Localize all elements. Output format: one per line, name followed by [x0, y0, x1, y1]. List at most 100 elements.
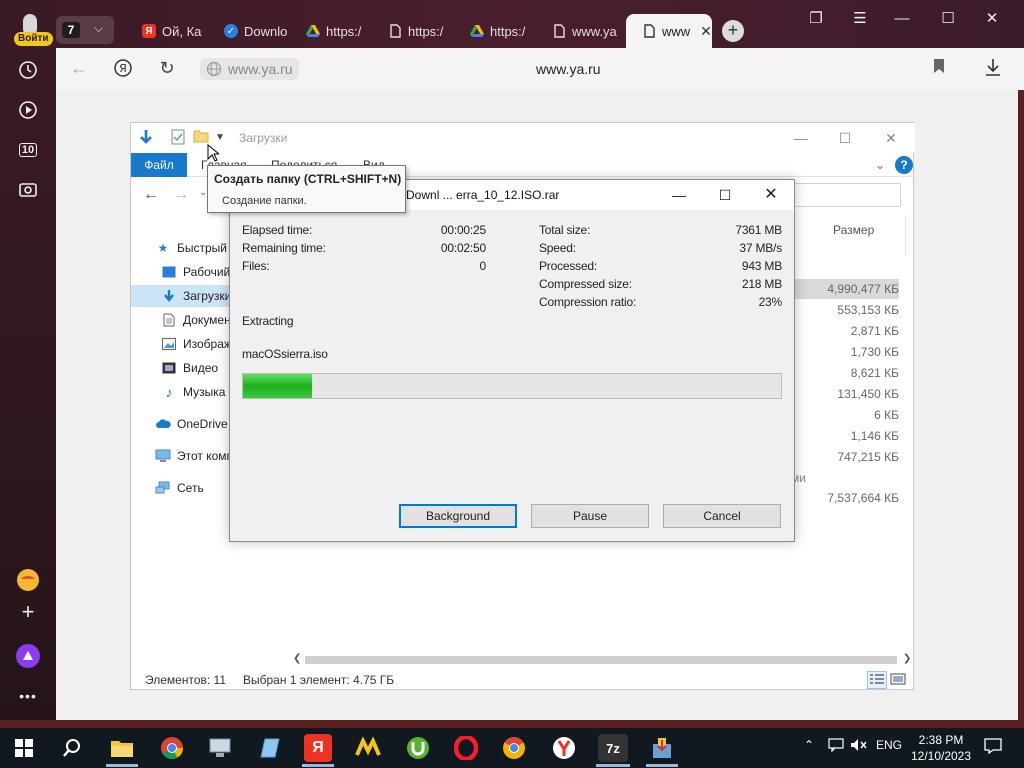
alice-icon[interactable]: [14, 642, 42, 670]
play-icon[interactable]: [14, 96, 42, 124]
bookmark-icon[interactable]: [928, 58, 950, 80]
yandex-browser-icon[interactable]: Я: [304, 734, 332, 762]
login-label: Войти: [14, 32, 53, 46]
installer-icon[interactable]: [648, 734, 676, 762]
size-cell[interactable]: 553,153 КБ: [791, 300, 899, 320]
size-cell[interactable]: 747,215 КБ: [791, 447, 899, 467]
column-separator: [905, 215, 906, 255]
ribbon-expand-icon[interactable]: ⌄: [875, 158, 885, 172]
market-app-icon[interactable]: [354, 734, 382, 762]
size-cell[interactable]: 8,621 КБ: [791, 363, 899, 383]
windows-start-icon[interactable]: [10, 734, 38, 762]
explorer-minimize-button[interactable]: —: [781, 127, 821, 149]
tab-counter-button[interactable]: 7 ⌵: [56, 16, 114, 44]
system-clock[interactable]: 2:38 PM 12/10/2023: [910, 732, 972, 764]
search-input[interactable]: [781, 183, 901, 207]
yandex-app-icon[interactable]: [550, 734, 578, 762]
rail-badge-button[interactable]: 10: [14, 136, 42, 164]
down-arrow-icon[interactable]: [137, 129, 155, 147]
new-tab-button[interactable]: +: [722, 20, 744, 42]
horizontal-scrollbar[interactable]: ❮ ❯: [291, 653, 913, 667]
explorer-maximize-button[interactable]: ☐: [825, 127, 865, 149]
maximize-button[interactable]: ☐: [928, 8, 968, 32]
notifications-icon[interactable]: [984, 738, 1002, 757]
tab-7-active[interactable]: www ✕: [626, 14, 712, 48]
yandex-logo-icon[interactable]: Я: [112, 58, 134, 80]
pause-button[interactable]: Pause: [531, 504, 649, 528]
chrome-2-icon[interactable]: [500, 734, 528, 762]
ribbon-tab-file[interactable]: Файл: [131, 153, 187, 177]
tab-3[interactable]: https:/: [290, 14, 372, 48]
size-cell[interactable]: 1,146 КБ: [791, 426, 899, 446]
screenshot-icon[interactable]: [14, 176, 42, 204]
explorer-close-button[interactable]: ✕: [871, 127, 911, 149]
details-view-icon[interactable]: [867, 671, 887, 689]
utorrent-icon[interactable]: [404, 734, 432, 762]
explorer-back-icon[interactable]: ←: [143, 186, 159, 204]
dialog-close-button[interactable]: ✕: [748, 182, 794, 208]
bookmarks-panel-icon[interactable]: ❐: [796, 8, 836, 32]
scroll-left-icon[interactable]: ❮: [293, 653, 301, 664]
volume-muted-icon[interactable]: [850, 738, 868, 755]
reload-icon[interactable]: ↻: [156, 58, 178, 80]
remote-desktop-icon[interactable]: [206, 734, 234, 762]
background-button[interactable]: Background: [399, 504, 517, 528]
history-icon[interactable]: [14, 56, 42, 84]
chrome-icon[interactable]: [158, 734, 186, 762]
cloud-icon: [155, 417, 171, 431]
tooltip-title: Создать папку (CTRL+SHIFT+N): [214, 172, 402, 186]
help-icon[interactable]: ?: [895, 156, 913, 174]
page-url[interactable]: www.ya.ru: [536, 61, 601, 77]
tab-1[interactable]: Я Ой, Ка: [126, 14, 208, 48]
tab-6[interactable]: www.ya: [536, 14, 618, 48]
size-cell[interactable]: 2,871 КБ: [791, 321, 899, 341]
running-indicator: [646, 764, 678, 767]
total-size-value: 7361 MB: [735, 223, 782, 237]
7zip-icon[interactable]: 7z: [598, 734, 628, 762]
size-cell[interactable]: 1,730 КБ: [791, 342, 899, 362]
close-window-button[interactable]: ✕: [972, 8, 1012, 32]
menu-icon[interactable]: ☰: [840, 8, 880, 32]
more-icon[interactable]: •••: [14, 682, 42, 710]
input-language[interactable]: ENG: [876, 738, 902, 752]
svg-text:Я: Я: [119, 62, 127, 75]
scrollbar-thumb[interactable]: [305, 656, 897, 664]
search-icon[interactable]: [58, 734, 86, 762]
tree-downloads[interactable]: Загрузки: [131, 285, 231, 307]
explorer-forward-icon[interactable]: →: [173, 186, 189, 204]
size-cell[interactable]: 7,537,664 КБ: [791, 488, 899, 508]
running-indicator: [596, 764, 630, 767]
size-cell[interactable]: 131,450 КБ: [791, 384, 899, 404]
chat-tray-icon[interactable]: [828, 738, 844, 755]
notepad-icon[interactable]: [256, 734, 284, 762]
tab-label: Downlo: [244, 23, 288, 39]
tab-5[interactable]: https:/: [454, 14, 536, 48]
column-header-size[interactable]: Размер: [833, 223, 874, 237]
file-explorer-icon[interactable]: [108, 734, 136, 762]
browser-sidebar: Войти 10 + •••: [0, 0, 56, 720]
status-item-count: Элементов: 11: [145, 673, 226, 687]
tab-label: https:/: [408, 23, 444, 39]
opera-icon[interactable]: [452, 734, 480, 762]
scroll-right-icon[interactable]: ❯: [903, 653, 911, 664]
close-icon[interactable]: ✕: [700, 23, 712, 40]
size-cell[interactable]: 6 КБ: [791, 405, 899, 425]
cancel-button[interactable]: Cancel: [663, 504, 781, 528]
market-icon[interactable]: [14, 566, 42, 594]
dialog-maximize-button[interactable]: ☐: [702, 182, 748, 208]
properties-icon[interactable]: [171, 129, 189, 147]
size-cell[interactable]: 4,990,477 КБ: [791, 279, 899, 299]
profile-button[interactable]: Войти: [10, 14, 53, 48]
add-icon[interactable]: +: [14, 598, 42, 626]
downloads-icon[interactable]: [982, 58, 1004, 80]
dialog-minimize-button[interactable]: —: [656, 182, 702, 208]
url-chip[interactable]: www.ya.ru: [200, 58, 299, 80]
large-icons-view-icon[interactable]: [889, 671, 909, 689]
new-folder-tooltip: Создать папку (CTRL+SHIFT+N) Создание па…: [207, 165, 406, 213]
back-icon[interactable]: ←: [68, 58, 90, 80]
tab-4[interactable]: https:/: [372, 14, 454, 48]
tray-overflow-icon[interactable]: ⌃: [804, 738, 814, 752]
tab-label: www.ya: [572, 23, 617, 39]
tab-2[interactable]: ✓ Downlo: [208, 14, 290, 48]
minimize-button[interactable]: —: [882, 8, 922, 32]
